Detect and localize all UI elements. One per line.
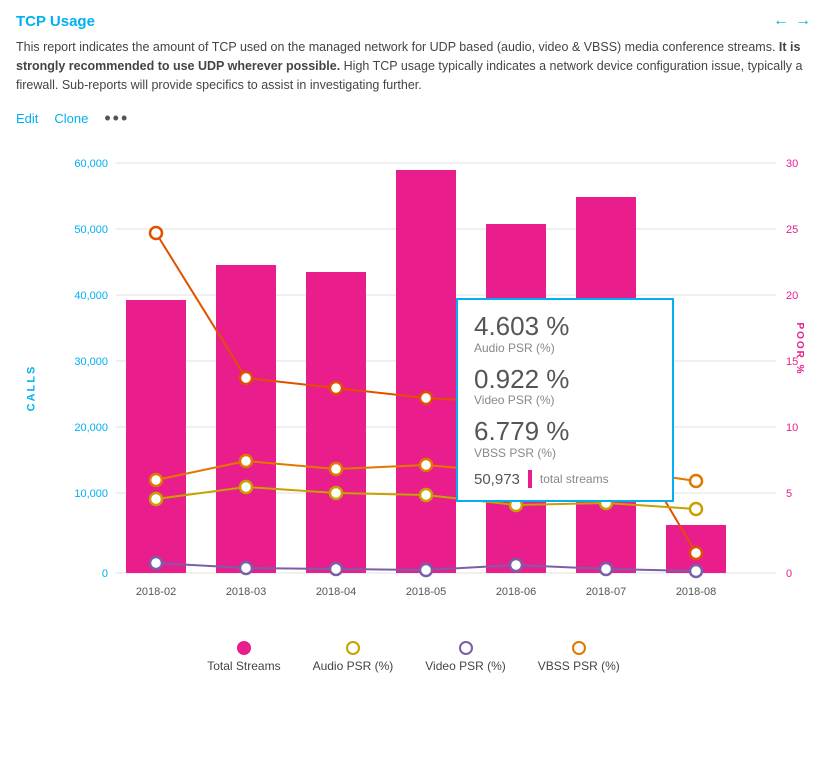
nav-prev-arrow[interactable]: ← xyxy=(773,12,789,30)
dot-audio-apr xyxy=(330,487,342,499)
svg-text:2018-08: 2018-08 xyxy=(676,586,716,598)
bar-feb xyxy=(126,300,186,573)
svg-text:30,000: 30,000 xyxy=(74,356,108,368)
dot-video-mar xyxy=(240,562,252,574)
svg-text:25: 25 xyxy=(786,224,798,236)
tooltip-vbss-value: 6.779 % xyxy=(474,417,656,446)
dot-vbss-aug xyxy=(690,475,702,487)
legend-icon-vbss-psr xyxy=(572,641,586,655)
svg-text:20,000: 20,000 xyxy=(74,422,108,434)
dot-audio-may xyxy=(420,489,432,501)
legend-icon-audio-psr xyxy=(346,641,360,655)
page-container: TCP Usage ← → This report indicates the … xyxy=(0,0,827,689)
tooltip-video-value: 0.922 % xyxy=(474,365,656,394)
toolbar: Edit Clone ••• xyxy=(16,108,811,129)
bar-apr xyxy=(306,272,366,573)
tooltip-streams-value: 50,973 xyxy=(474,471,520,488)
svg-text:30: 30 xyxy=(786,158,798,170)
svg-text:0: 0 xyxy=(786,568,792,580)
svg-text:2018-02: 2018-02 xyxy=(136,586,176,598)
dot-vbss-feb xyxy=(150,474,162,486)
dot-audio-mar xyxy=(240,481,252,493)
more-button[interactable]: ••• xyxy=(104,108,129,129)
clone-button[interactable]: Clone xyxy=(54,111,88,126)
chart-container: CALLS POOR % 60,000 50,000 40,000 30,000… xyxy=(26,143,816,633)
dot-audio-feb xyxy=(150,493,162,505)
chart-svg: 60,000 50,000 40,000 30,000 20,000 10,00… xyxy=(56,143,816,623)
svg-text:10: 10 xyxy=(786,422,798,434)
description: This report indicates the amount of TCP … xyxy=(16,38,811,94)
svg-text:2018-06: 2018-06 xyxy=(496,586,536,598)
svg-text:20: 20 xyxy=(786,290,798,302)
dot-video-feb xyxy=(150,557,162,569)
dot-vbss-apr xyxy=(330,463,342,475)
legend-icon-video-psr xyxy=(459,641,473,655)
y-axis-left-label: CALLS xyxy=(25,365,37,412)
tooltip-streams-label: total streams xyxy=(540,472,609,486)
legend-vbss-psr: VBSS PSR (%) xyxy=(538,641,620,673)
legend-label-total-streams: Total Streams xyxy=(207,659,280,673)
bar-may xyxy=(396,170,456,573)
svg-text:60,000: 60,000 xyxy=(74,158,108,170)
legend-label-video-psr: Video PSR (%) xyxy=(425,659,505,673)
tooltip-vbss-label: VBSS PSR (%) xyxy=(474,446,656,460)
svg-text:0: 0 xyxy=(102,568,108,580)
tooltip-audio-value: 4.603 % xyxy=(474,312,656,341)
dot-or-may xyxy=(420,392,432,404)
svg-text:2018-04: 2018-04 xyxy=(316,586,356,598)
nav-next-arrow[interactable]: → xyxy=(795,12,811,30)
desc-text1: This report indicates the amount of TCP … xyxy=(16,40,779,54)
legend-total-streams: Total Streams xyxy=(207,641,280,673)
dot-or-feb xyxy=(150,227,162,239)
legend-icon-total-streams xyxy=(237,641,251,655)
dot-video-jun xyxy=(510,559,522,571)
svg-text:2018-05: 2018-05 xyxy=(406,586,446,598)
nav-arrows: ← → xyxy=(773,12,811,30)
legend-label-vbss-psr: VBSS PSR (%) xyxy=(538,659,620,673)
legend-label-audio-psr: Audio PSR (%) xyxy=(313,659,394,673)
dot-video-apr xyxy=(330,563,342,575)
dot-or-mar xyxy=(240,372,252,384)
dot-video-aug xyxy=(690,565,702,577)
dot-video-jul xyxy=(600,563,612,575)
svg-text:2018-07: 2018-07 xyxy=(586,586,626,598)
svg-text:10,000: 10,000 xyxy=(74,488,108,500)
svg-text:15: 15 xyxy=(786,356,798,368)
tooltip-box: 4.603 % Audio PSR (%) 0.922 % Video PSR … xyxy=(456,298,674,502)
legend: Total Streams Audio PSR (%) Video PSR (%… xyxy=(16,641,811,677)
dot-audio-aug xyxy=(690,503,702,515)
bar-mar xyxy=(216,265,276,573)
svg-text:5: 5 xyxy=(786,488,792,500)
dot-or-apr xyxy=(330,382,342,394)
svg-text:40,000: 40,000 xyxy=(74,290,108,302)
svg-text:2018-03: 2018-03 xyxy=(226,586,266,598)
edit-button[interactable]: Edit xyxy=(16,111,38,126)
header-row: TCP Usage ← → xyxy=(16,12,811,30)
svg-text:50,000: 50,000 xyxy=(74,224,108,236)
dot-or-aug xyxy=(690,547,702,559)
tooltip-streams-bar-icon xyxy=(528,470,532,488)
dot-vbss-may xyxy=(420,459,432,471)
page-title: TCP Usage xyxy=(16,13,95,30)
tooltip-streams-row: 50,973 total streams xyxy=(474,470,656,488)
dot-video-may xyxy=(420,564,432,576)
tooltip-video-label: Video PSR (%) xyxy=(474,393,656,407)
legend-video-psr: Video PSR (%) xyxy=(425,641,505,673)
legend-audio-psr: Audio PSR (%) xyxy=(313,641,394,673)
tooltip-audio-label: Audio PSR (%) xyxy=(474,341,656,355)
dot-vbss-mar xyxy=(240,455,252,467)
